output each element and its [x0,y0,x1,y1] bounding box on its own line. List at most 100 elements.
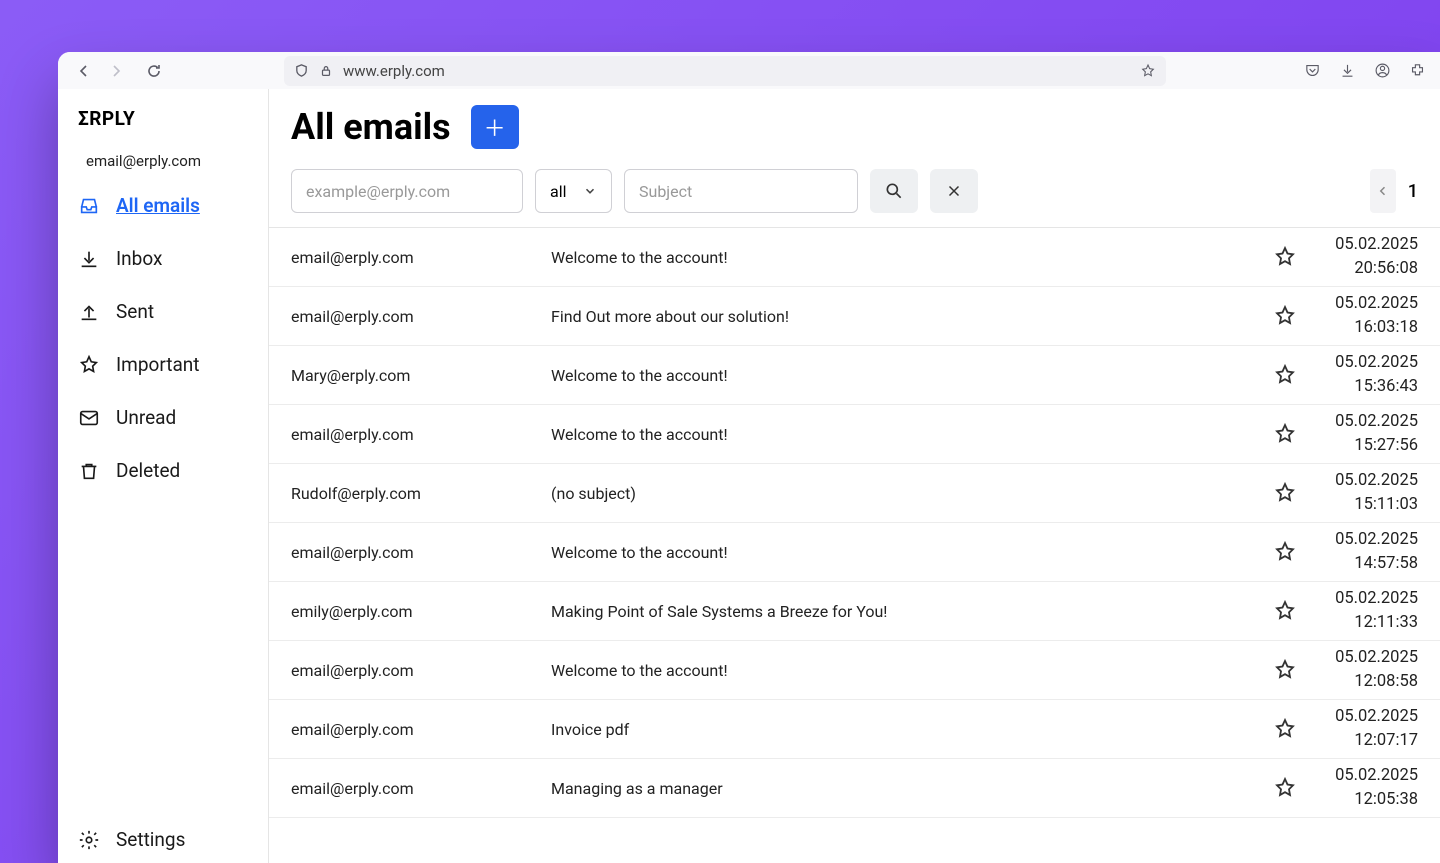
filter-email-input[interactable] [291,169,523,213]
trash-icon [78,460,100,482]
email-row[interactable]: email@erply.comInvoice pdf05.02.202512:0… [269,700,1440,759]
pagination: 1 [1370,169,1418,213]
star-icon [1273,363,1297,387]
email-from: email@erply.com [291,248,551,267]
star-button[interactable] [1260,717,1310,741]
sidebar-item-inbox[interactable]: Inbox [78,247,248,270]
email-subject: (no subject) [551,484,1260,503]
email-datetime: 05.02.202512:05:38 [1310,764,1418,812]
email-subject: Managing as a manager [551,779,1260,798]
star-icon [1273,540,1297,564]
star-button[interactable] [1260,481,1310,505]
clear-button[interactable] [930,169,978,213]
email-from: email@erply.com [291,543,551,562]
email-row[interactable]: Mary@erply.comWelcome to the account! 05.… [269,346,1440,405]
account-icon[interactable] [1374,62,1391,79]
star-button[interactable] [1260,776,1310,800]
back-button[interactable] [72,59,96,83]
shield-icon [294,63,309,78]
email-row[interactable]: email@erply.comWelcome to the account! 05… [269,405,1440,464]
email-datetime: 05.02.202515:36:43 [1310,351,1418,399]
email-subject: Welcome to the account! [551,425,1260,444]
close-icon [945,182,963,200]
star-icon [1273,717,1297,741]
star-button[interactable] [1260,422,1310,446]
email-subject: Find Out more about our solution! [551,307,1260,326]
sidebar: ΣRPLY email@erply.com All emails Inbox [58,89,269,863]
email-row[interactable]: email@erply.comWelcome to the account!05… [269,228,1440,287]
email-row[interactable]: emily@erply.comMaking Point of Sale Syst… [269,582,1440,641]
email-from: Mary@erply.com [291,366,551,385]
download-icon [78,248,100,270]
logo: ΣRPLY [58,107,268,146]
email-row[interactable]: email@erply.comManaging as a manager 05.0… [269,759,1440,818]
email-from: Rudolf@erply.com [291,484,551,503]
sidebar-item-label: Deleted [116,459,180,482]
filter-subject-input[interactable] [624,169,858,213]
email-from: email@erply.com [291,307,551,326]
upload-icon [78,301,100,323]
chevron-down-icon [583,184,597,198]
browser-window: www.erply.com ΣRPLY email@erply.com A [58,52,1440,863]
sidebar-item-label: Sent [116,300,154,323]
email-subject: Invoice pdf [551,720,1260,739]
sidebar-item-settings[interactable]: Settings [58,828,268,863]
email-datetime: 05.02.202520:56:08 [1310,233,1418,281]
star-button[interactable] [1260,363,1310,387]
search-icon [884,181,904,201]
sidebar-item-all-emails[interactable]: All emails [78,194,248,217]
star-icon [1273,245,1297,269]
star-button[interactable] [1260,599,1310,623]
email-datetime: 05.02.202512:07:17 [1310,705,1418,753]
email-from: email@erply.com [291,779,551,798]
star-button[interactable] [1260,658,1310,682]
email-row[interactable]: email@erply.comWelcome to the account!05… [269,523,1440,582]
inbox-icon [78,195,100,217]
star-icon [1273,481,1297,505]
email-datetime: 05.02.202515:11:03 [1310,469,1418,517]
email-datetime: 05.02.202516:03:18 [1310,292,1418,340]
email-from: email@erply.com [291,425,551,444]
star-icon [1273,422,1297,446]
star-button[interactable] [1260,304,1310,328]
lock-icon [319,64,333,78]
bookmark-star-icon[interactable] [1140,63,1156,79]
email-from: emily@erply.com [291,602,551,621]
sidebar-item-label: All emails [116,194,200,217]
page-prev-button[interactable] [1370,169,1396,213]
star-button[interactable] [1260,540,1310,564]
email-row[interactable]: Rudolf@erply.com(no subject) 05.02.202515… [269,464,1440,523]
downloads-icon[interactable] [1339,62,1356,79]
main-panel: All emails ＋ all [269,89,1440,863]
filter-select[interactable]: all [535,169,612,213]
forward-button[interactable] [104,59,128,83]
email-subject: Welcome to the account! [551,366,1260,385]
address-bar[interactable]: www.erply.com [284,56,1166,86]
sidebar-item-label: Important [116,353,200,376]
chevron-left-icon [1377,184,1389,198]
star-icon [78,354,100,376]
sidebar-item-important[interactable]: Important [78,353,248,376]
reload-button[interactable] [142,59,166,83]
browser-toolbar: www.erply.com [58,52,1440,89]
compose-button[interactable]: ＋ [471,105,519,149]
gear-icon [78,829,100,851]
sidebar-nav: All emails Inbox Sent [58,188,268,482]
email-datetime: 05.02.202515:27:56 [1310,410,1418,458]
page-number: 1 [1402,181,1418,202]
sidebar-item-deleted[interactable]: Deleted [78,459,248,482]
sidebar-item-unread[interactable]: Unread [78,406,248,429]
sidebar-item-sent[interactable]: Sent [78,300,248,323]
search-button[interactable] [870,169,918,213]
sidebar-item-label: Settings [116,828,185,851]
pocket-icon[interactable] [1304,62,1321,79]
email-row[interactable]: email@erply.comWelcome to the account!05… [269,641,1440,700]
email-row[interactable]: email@erply.comFind Out more about our s… [269,287,1440,346]
sidebar-item-label: Unread [116,406,176,429]
extensions-icon[interactable] [1409,62,1426,79]
browser-right-icons [1304,62,1426,79]
star-icon [1273,776,1297,800]
email-datetime: 05.02.202512:08:58 [1310,646,1418,694]
mail-icon [78,407,100,429]
star-button[interactable] [1260,245,1310,269]
